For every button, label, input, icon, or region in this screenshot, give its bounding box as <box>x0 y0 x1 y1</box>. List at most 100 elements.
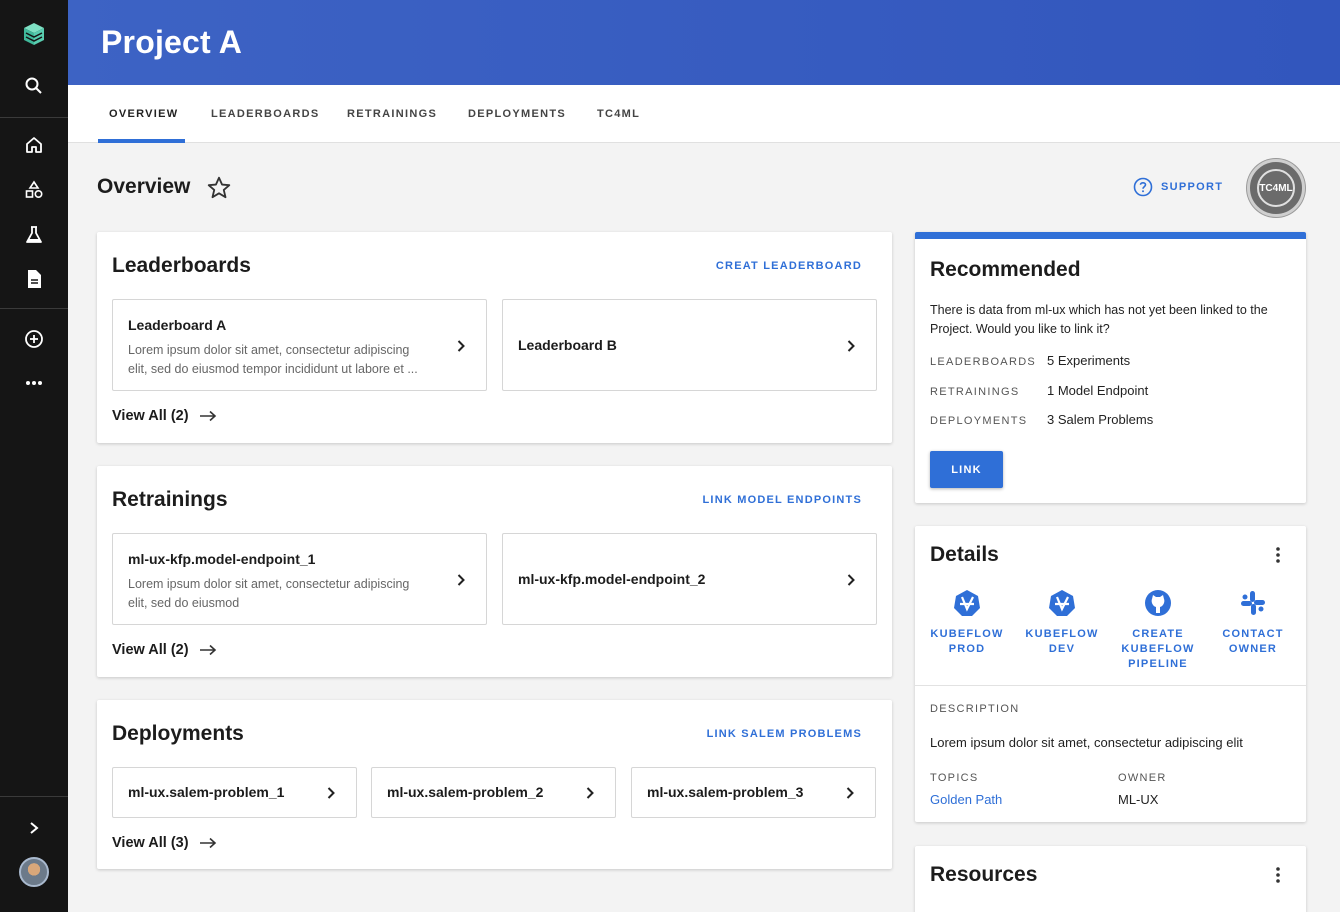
chevron-right-icon <box>327 787 335 799</box>
create-kubeflow-pipeline-link[interactable]: CREATE KUBEFLOW PIPELINE <box>1116 587 1200 672</box>
github-icon <box>1145 590 1171 616</box>
retraining-item[interactable]: ml-ux-kfp.model-endpoint_2 <box>502 533 877 625</box>
tab-overview[interactable]: OVERVIEW <box>109 85 179 143</box>
retraining-item-title: ml-ux-kfp.model-endpoint_1 <box>128 551 316 567</box>
view-all-label: View All (2) <box>112 642 189 658</box>
leaderboards-card: Leaderboards CREAT LEADERBOARD Leaderboa… <box>97 232 892 443</box>
description-label: DESCRIPTION <box>930 703 1020 715</box>
search-icon[interactable] <box>14 68 54 104</box>
kubeflow-prod-link[interactable]: KUBEFLOW PROD <box>925 587 1009 657</box>
tab-tc4ml[interactable]: TC4ML <box>597 85 640 143</box>
chevron-right-icon[interactable] <box>14 810 54 846</box>
chevron-right-icon <box>457 340 465 352</box>
description-text: Lorem ipsum dolor sit amet, consectetur … <box>930 735 1243 750</box>
view-all-label: View All (3) <box>112 835 189 851</box>
chevron-right-icon <box>586 787 594 799</box>
flask-icon[interactable] <box>14 217 54 253</box>
recommended-text: There is data from ml-ux which has not y… <box>930 303 1268 336</box>
leaderboard-item-desc-line1: Lorem ipsum dolor sit amet, consectetur … <box>128 343 410 357</box>
retraining-item-desc-line1: Lorem ipsum dolor sit amet, consectetur … <box>128 577 410 591</box>
tool-label: PROD <box>948 643 986 655</box>
arrow-right-icon <box>199 410 216 422</box>
chevron-right-icon <box>457 574 465 586</box>
support-link[interactable]: SUPPORT <box>1133 177 1223 197</box>
deployment-item[interactable]: ml-ux.salem-problem_3 <box>631 767 876 818</box>
tab-retrainings[interactable]: RETRAININGS <box>347 85 437 143</box>
link-model-endpoints-button[interactable]: LINK MODEL ENDPOINTS <box>703 494 862 506</box>
help-icon <box>1133 177 1153 197</box>
project-header: Project A <box>68 0 1340 85</box>
add-circle-icon[interactable] <box>14 321 54 357</box>
arrow-right-icon <box>199 837 216 849</box>
star-icon[interactable] <box>206 175 232 206</box>
chevron-right-icon <box>846 787 854 799</box>
tool-label: KUBEFLOW <box>930 628 1004 640</box>
more-horizontal-icon[interactable] <box>14 365 54 401</box>
tool-label: CONTACT <box>1222 628 1284 640</box>
recommended-accent-bar <box>915 232 1306 239</box>
recommended-card: Recommended There is data from ml-ux whi… <box>915 232 1306 503</box>
resources-card: Resources <box>915 846 1306 912</box>
tab-leaderboards[interactable]: LEADERBOARDS <box>211 85 320 143</box>
active-tab-indicator <box>98 139 185 143</box>
deployments-title: Deployments <box>112 722 244 745</box>
retrainings-card: Retrainings LINK MODEL ENDPOINTS ml-ux-k… <box>97 466 892 677</box>
recommended-key: DEPLOYMENTS <box>930 415 1028 427</box>
details-card: Details KUBEFLOW PROD KUBEFLOW DEV CREATE K… <box>915 526 1306 822</box>
kubeflow-icon <box>1049 590 1075 616</box>
tab-bar: OVERVIEW LEADERBOARDS RETRAININGS DEPLOY… <box>68 85 1340 143</box>
link-button[interactable]: LINK <box>930 451 1003 488</box>
leaderboard-item[interactable]: Leaderboard B <box>502 299 877 391</box>
retraining-item[interactable]: ml-ux-kfp.model-endpoint_1 Lorem ipsum d… <box>112 533 487 625</box>
topics-label: TOPICS <box>930 772 979 784</box>
leaderboards-view-all-link[interactable]: View All (2) <box>112 408 217 424</box>
retraining-item-desc-line2: elit, sed do eiusmod <box>128 596 240 610</box>
tool-label: DEV <box>1048 643 1076 655</box>
link-salem-problems-button[interactable]: LINK SALEM PROBLEMS <box>707 728 862 740</box>
more-vertical-icon[interactable] <box>1275 546 1281 564</box>
kubeflow-icon <box>954 590 980 616</box>
tab-deployments[interactable]: DEPLOYMENTS <box>468 85 566 143</box>
deployment-item[interactable]: ml-ux.salem-problem_2 <box>371 767 616 818</box>
recommended-value: 5 Experiments <box>1047 353 1131 368</box>
kubeflow-dev-link[interactable]: KUBEFLOW DEV <box>1020 587 1104 657</box>
leaderboard-item-desc-line2: elit, sed do eiusmod tempor incididunt u… <box>128 362 418 376</box>
home-icon[interactable] <box>14 127 54 163</box>
recommended-key: LEADERBOARDS <box>930 356 1037 368</box>
owner-label: OWNER <box>1118 772 1167 784</box>
leaderboard-item-title: Leaderboard B <box>518 337 617 353</box>
leaderboard-item-title: Leaderboard A <box>128 317 227 333</box>
deployments-view-all-link[interactable]: View All (3) <box>112 835 217 851</box>
retrainings-title: Retrainings <box>112 488 228 511</box>
overview-title: Overview <box>97 175 191 198</box>
deployment-item[interactable]: ml-ux.salem-problem_1 <box>112 767 357 818</box>
more-vertical-icon[interactable] <box>1275 866 1281 884</box>
support-label: SUPPORT <box>1161 181 1224 193</box>
contact-owner-link[interactable]: CONTACT OWNER <box>1211 587 1295 657</box>
resources-title: Resources <box>930 863 1038 886</box>
tool-label: PIPELINE <box>1128 658 1188 670</box>
topic-link[interactable]: Golden Path <box>930 792 1002 807</box>
slack-icon <box>1241 591 1265 615</box>
deployment-item-title: ml-ux.salem-problem_2 <box>387 784 544 800</box>
shapes-icon[interactable] <box>14 172 54 208</box>
tc4ml-badge: TC4ML <box>1247 159 1305 217</box>
tool-label: KUBEFLOW <box>1025 628 1099 640</box>
retrainings-view-all-link[interactable]: View All (2) <box>112 642 217 658</box>
avatar[interactable] <box>19 857 49 887</box>
recommended-key: RETRAININGS <box>930 386 1020 398</box>
deployment-item-title: ml-ux.salem-problem_3 <box>647 784 804 800</box>
owner-value: ML-UX <box>1118 792 1159 807</box>
retraining-item-title: ml-ux-kfp.model-endpoint_2 <box>518 571 706 587</box>
document-icon[interactable] <box>14 261 54 297</box>
details-divider <box>915 685 1306 686</box>
leaderboard-item[interactable]: Leaderboard A Lorem ipsum dolor sit amet… <box>112 299 487 391</box>
recommended-title: Recommended <box>930 258 1081 281</box>
recommended-value: 3 Salem Problems <box>1047 412 1154 427</box>
create-leaderboard-button[interactable]: CREAT LEADERBOARD <box>716 260 862 272</box>
deployment-item-title: ml-ux.salem-problem_1 <box>128 784 285 800</box>
tool-label: CREATE <box>1132 628 1184 640</box>
view-all-label: View All (2) <box>112 408 189 424</box>
cube-stack-logo[interactable] <box>14 16 54 52</box>
deployments-card: Deployments LINK SALEM PROBLEMS ml-ux.sa… <box>97 700 892 869</box>
